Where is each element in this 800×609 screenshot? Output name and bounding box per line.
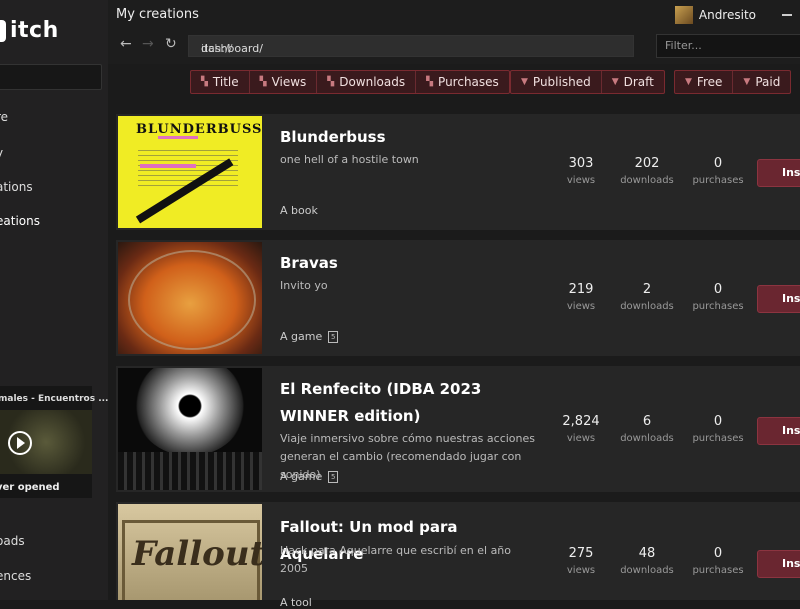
- minimize-icon[interactable]: [782, 14, 792, 16]
- sidebar-search-input[interactable]: [0, 64, 102, 90]
- game-title[interactable]: El Renfecito (IDBA 2023 WINNER edition): [280, 376, 530, 430]
- sort-views-button[interactable]: ▚ Views: [250, 71, 318, 93]
- install-button[interactable]: Insta: [757, 550, 800, 578]
- filter-placeholder: Filter...: [665, 39, 702, 52]
- address-path: dashboard/: [201, 42, 263, 55]
- filter-input[interactable]: Filter...: [656, 34, 800, 58]
- user-menu[interactable]: Andresito: [674, 6, 756, 24]
- views-stat: 275 views: [566, 546, 596, 576]
- address-bar[interactable]: itch://dashboard/: [188, 35, 634, 57]
- filter-icon: ▼: [685, 77, 692, 87]
- sort-downloads-button[interactable]: ▚ Downloads: [317, 71, 417, 93]
- game-title[interactable]: Blunderbuss: [280, 124, 530, 151]
- thumbnail-art: BLUNDERBUSS: [136, 122, 262, 137]
- sort-purchases-button[interactable]: ▚ Purchases: [416, 71, 509, 93]
- game-row[interactable]: El Renfecito (IDBA 2023 WINNER edition) …: [116, 366, 800, 492]
- sort-icon: ▚: [327, 77, 335, 87]
- game-row[interactable]: BLUNDERBUSS Blunderbuss one hell of a ho…: [116, 114, 800, 230]
- install-button[interactable]: Insta: [757, 159, 800, 187]
- sidebar-item-preferences[interactable]: ences: [0, 569, 31, 583]
- game-description: Hack para Aquelarre que escribí en el añ…: [280, 544, 512, 575]
- install-button[interactable]: Insta: [757, 417, 800, 445]
- game-thumbnail[interactable]: BLUNDERBUSS: [118, 116, 262, 228]
- page-title: My creations: [116, 7, 199, 22]
- sidebar-item-downloads[interactable]: oads: [0, 534, 25, 548]
- sidebar-item-explore[interactable]: re: [0, 110, 8, 124]
- game-type: A tool: [280, 596, 312, 609]
- downloads-stat: 2 downloads: [620, 282, 674, 312]
- logo-text: itch: [10, 18, 59, 43]
- game-type: A book: [280, 204, 318, 217]
- sort-icon: ▚: [426, 77, 434, 87]
- filter-icon: ▼: [521, 77, 528, 87]
- purchases-stat: 0 purchases: [692, 414, 744, 444]
- purchases-stat: 0 purchases: [692, 282, 744, 312]
- views-stat: 219 views: [566, 282, 596, 312]
- sort-icon: ▚: [259, 77, 267, 87]
- sidebar-item-collections[interactable]: ations: [0, 180, 33, 194]
- filter-free-button[interactable]: ▼ Free: [675, 71, 734, 93]
- user-name: Andresito: [698, 8, 756, 22]
- downloads-stat: 48 downloads: [620, 546, 674, 576]
- game-thumbnail[interactable]: Fallout: [118, 504, 262, 600]
- game-description: Invito yo: [280, 279, 328, 292]
- reload-icon[interactable]: ↻: [165, 36, 177, 52]
- purchases-stat: 0 purchases: [692, 156, 744, 186]
- recent-game-status: ver opened: [0, 482, 60, 493]
- views-stat: 2,824 views: [562, 414, 600, 444]
- downloads-stat: 6 downloads: [620, 414, 674, 444]
- price-filter-group: ▼ Free ▼ Paid: [674, 70, 792, 94]
- game-row[interactable]: Fallout Fallout: Un mod para Aquelarre H…: [116, 502, 800, 609]
- game-description: one hell of a hostile town: [280, 153, 419, 166]
- recent-game-card[interactable]: males - Encuentros ... ver opened: [0, 386, 108, 498]
- forward-arrow-icon[interactable]: →: [142, 36, 154, 52]
- game-row[interactable]: Bravas Invito yo A game 5 219 views 2 downl…: [116, 240, 800, 356]
- filter-icon: ▼: [743, 77, 751, 87]
- game-type: A game 5: [280, 330, 339, 343]
- sidebar-item-library[interactable]: y: [0, 146, 3, 160]
- sidebar-item-my-creations[interactable]: eations: [0, 214, 40, 228]
- filter-paid-button[interactable]: ▼ Paid: [733, 71, 790, 93]
- filter-icon: ▼: [611, 77, 619, 87]
- filter-draft-button[interactable]: ▼ Draft: [602, 71, 664, 93]
- html5-icon: 5: [328, 330, 339, 343]
- play-icon[interactable]: [8, 431, 32, 455]
- sort-button-group: ▚ Title ▚ Views ▚ Downloads ▚ Purchases: [190, 70, 510, 94]
- back-arrow-icon[interactable]: ←: [120, 36, 132, 52]
- install-button[interactable]: Insta: [757, 285, 800, 313]
- recent-game-title: males - Encuentros ...: [0, 394, 108, 404]
- itch-logo[interactable]: itch: [0, 18, 59, 43]
- game-thumbnail[interactable]: [118, 242, 262, 354]
- downloads-stat: 202 downloads: [620, 156, 674, 186]
- status-filter-group: ▼ Published ▼ Draft: [510, 70, 665, 94]
- sort-icon: ▚: [201, 77, 208, 87]
- thumbnail-art: Fallout: [132, 534, 262, 574]
- sort-title-button[interactable]: ▚ Title: [191, 71, 250, 93]
- avatar: [674, 6, 693, 24]
- purchases-stat: 0 purchases: [692, 546, 744, 576]
- top-header: My creations Andresito ← → ↻ itch://dash…: [108, 0, 800, 64]
- game-thumbnail[interactable]: [118, 368, 262, 490]
- views-stat: 303 views: [566, 156, 596, 186]
- html5-icon: 5: [328, 470, 339, 483]
- sidebar: itch re y ations eations males - Encuent…: [0, 0, 108, 600]
- game-title[interactable]: Bravas: [280, 250, 530, 277]
- itch-logo-icon: [0, 19, 6, 42]
- game-type: A game 5: [280, 470, 339, 483]
- filter-published-button[interactable]: ▼ Published: [511, 71, 602, 93]
